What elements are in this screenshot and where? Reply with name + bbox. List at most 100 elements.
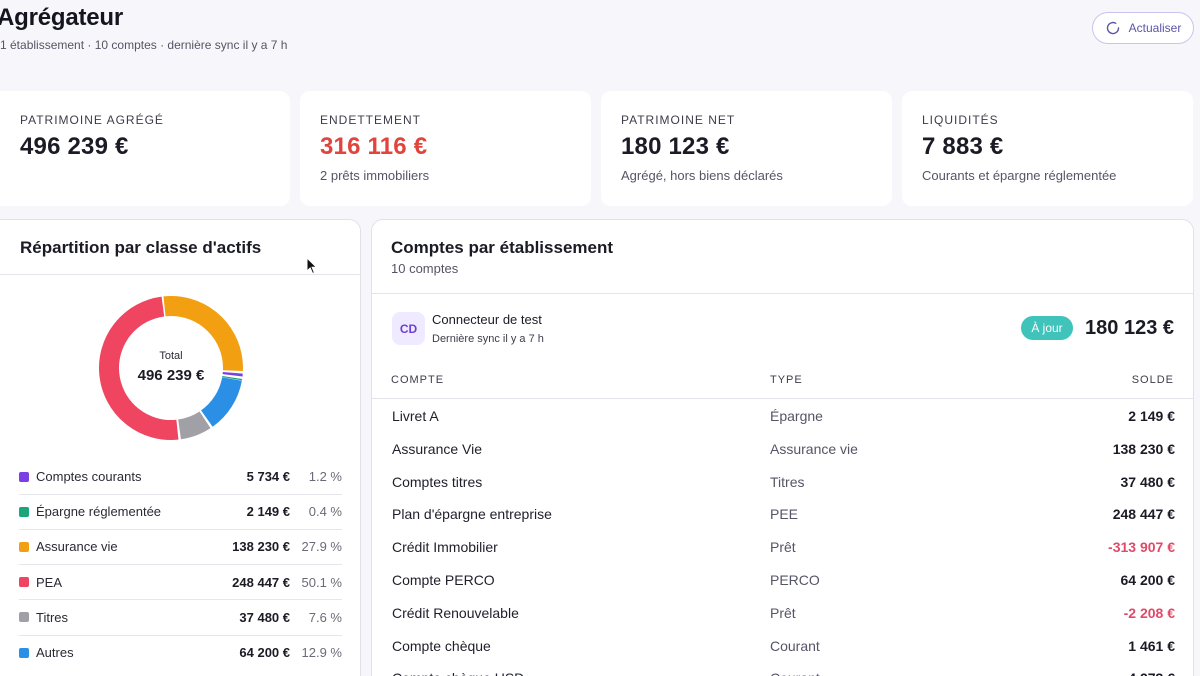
page-subtitle: 1 établissement · 10 comptes · dernière … <box>0 38 288 52</box>
kpi-card-endettement: ENDETTEMENT 316 116 € 2 prêts immobilier… <box>300 91 591 206</box>
table-row[interactable]: Comptes titres Titres 37 480 € <box>372 466 1193 499</box>
legend-item[interactable]: PEA 248 447 € 50.1 % <box>19 565 342 600</box>
account-name: Assurance Vie <box>392 440 483 457</box>
legend-color-swatch <box>19 506 29 517</box>
page-header: Agrégateur 1 établissement · 10 comptes … <box>0 0 1200 80</box>
legend-percent: 0.4 % <box>308 504 342 520</box>
legend-item[interactable]: Titres 37 480 € 7.6 % <box>19 600 342 635</box>
account-balance: 248 447 € <box>1112 506 1175 523</box>
legend-label: Assurance vie <box>36 539 118 555</box>
account-name: Crédit Immobilier <box>392 539 498 556</box>
account-type: Titres <box>770 473 805 490</box>
account-name: Compte PERCO <box>392 572 495 588</box>
legend-label: Comptes courants <box>36 469 142 484</box>
legend-label: Titres <box>36 609 69 625</box>
kpi-value: 316 116 € <box>320 133 428 160</box>
account-balance: 64 200 € <box>1120 572 1176 588</box>
table-row[interactable]: Crédit Renouvelable Prêt -2 208 € <box>372 597 1193 630</box>
account-balance: 138 230 € <box>1112 440 1175 457</box>
mouse-cursor-icon <box>306 257 318 275</box>
kpi-label: PATRIMOINE NET <box>621 113 736 127</box>
page-title: Agrégateur <box>0 4 124 31</box>
account-name: Compte chèque USD <box>392 670 524 676</box>
institution-avatar: CD <box>392 312 425 345</box>
legend-item[interactable]: Épargne réglementée 2 149 € 0.4 % <box>19 494 342 529</box>
kpi-note: Agrégé, hors biens déclarés <box>621 168 783 183</box>
account-name: Livret A <box>392 408 439 424</box>
legend-percent: 27.9 % <box>301 539 342 555</box>
refresh-icon <box>1106 21 1119 35</box>
account-balance: 2 149 € <box>1128 408 1175 424</box>
column-header-balance[interactable]: SOLDE <box>1132 374 1174 386</box>
legend-item[interactable]: Autres 64 200 € 12.9 % <box>19 635 342 670</box>
legend-percent: 1.2 % <box>308 469 342 484</box>
allocation-card: Répartition par classe d'actifs Total 49… <box>0 219 361 676</box>
kpi-label: ENDETTEMENT <box>320 113 421 127</box>
legend-amount: 5 734 € <box>246 469 290 484</box>
legend-color-swatch <box>19 647 29 658</box>
account-name: Plan d'épargne entreprise <box>392 506 552 523</box>
account-name: Compte chèque <box>392 637 491 654</box>
table-row[interactable]: Plan d'épargne entreprise PEE 248 447 € <box>372 498 1193 531</box>
account-type: PEE <box>770 506 799 523</box>
account-balance: 37 480 € <box>1120 473 1176 490</box>
account-type: Épargne <box>770 408 823 424</box>
account-balance: -313 907 € <box>1108 539 1175 556</box>
account-name: Crédit Renouvelable <box>392 604 519 621</box>
legend-color-swatch <box>19 541 29 552</box>
table-row[interactable]: Compte chèque Courant 1 461 € <box>372 630 1193 663</box>
account-type: Prêt <box>770 539 796 556</box>
table-row[interactable]: Compte PERCO PERCO 64 200 € <box>372 564 1193 597</box>
account-type: PERCO <box>770 572 820 588</box>
legend-amount: 64 200 € <box>239 645 290 660</box>
table-row[interactable]: Compte chèque USD Courant 4 273 € <box>372 662 1193 676</box>
kpi-value: 180 123 € <box>621 133 730 160</box>
column-header-type[interactable]: TYPE <box>770 374 803 386</box>
legend-color-swatch <box>19 577 29 588</box>
divider <box>372 398 1193 399</box>
account-balance: -2 208 € <box>1123 604 1175 621</box>
legend-item[interactable]: Comptes courants 5 734 € 1.2 % <box>19 459 342 494</box>
institution-total: 180 123 € <box>1085 317 1174 339</box>
refresh-button[interactable]: Actualiser <box>1092 12 1194 44</box>
account-balance: 4 273 € <box>1128 670 1175 676</box>
allocation-legend: Comptes courants 5 734 € 1.2 % Épargne régl… <box>1 220 360 676</box>
accounts-title: Comptes par établissement <box>391 238 614 257</box>
accounts-subtitle: 10 comptes <box>391 261 459 276</box>
refresh-label: Actualiser <box>1128 21 1182 35</box>
legend-label: Épargne réglementée <box>36 504 162 520</box>
table-row[interactable]: Crédit Immobilier Prêt -313 907 € <box>372 531 1193 564</box>
kpi-label: PATRIMOINE AGRÉGÉ <box>20 113 164 127</box>
legend-amount: 2 149 € <box>246 504 290 520</box>
kpi-note: Courants et épargne réglementée <box>922 168 1117 183</box>
institution-sync-time: Dernière sync il y a 7 h <box>432 333 544 345</box>
legend-percent: 50.1 % <box>301 574 342 590</box>
table-row[interactable]: Assurance Vie Assurance vie 138 230 € <box>372 433 1193 466</box>
legend-label: Autres <box>36 645 74 660</box>
legend-percent: 7.6 % <box>308 609 342 625</box>
kpi-value: 496 239 € <box>20 133 129 160</box>
legend-amount: 138 230 € <box>232 539 290 555</box>
legend-label: PEA <box>36 574 63 590</box>
account-type: Prêt <box>770 604 796 621</box>
kpi-note: 2 prêts immobiliers <box>320 168 430 183</box>
accounts-card: Comptes par établissement 10 comptes CD … <box>371 219 1194 676</box>
legend-amount: 37 480 € <box>239 609 290 625</box>
kpi-value: 7 883 € <box>922 133 1004 160</box>
legend-item[interactable]: Assurance vie 138 230 € 27.9 % <box>19 529 342 564</box>
table-row[interactable]: Livret A Épargne 2 149 € <box>372 400 1193 433</box>
divider <box>372 293 1193 294</box>
account-type: Courant <box>770 670 820 676</box>
legend-percent: 12.9 % <box>301 645 342 660</box>
kpi-card-patrimoine-net: PATRIMOINE NET 180 123 € Agrégé, hors bi… <box>601 91 892 206</box>
column-header-account[interactable]: COMPTE <box>391 374 444 386</box>
account-type: Assurance vie <box>770 440 858 457</box>
account-balance: 1 461 € <box>1128 637 1175 654</box>
legend-color-swatch <box>19 612 29 623</box>
kpi-card-liquidites: LIQUIDITÉS 7 883 € Courants et épargne r… <box>902 91 1193 206</box>
account-type: Courant <box>770 637 820 654</box>
legend-color-swatch <box>19 471 29 482</box>
account-name: Comptes titres <box>392 473 483 490</box>
kpi-card-patrimoine-agrege: PATRIMOINE AGRÉGÉ 496 239 € <box>0 91 290 206</box>
institution-name[interactable]: Connecteur de test <box>432 312 542 327</box>
